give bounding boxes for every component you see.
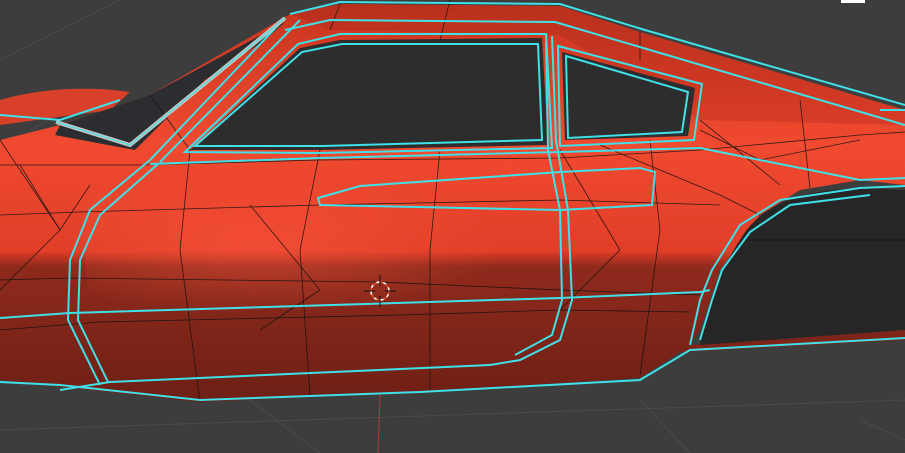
x-axis-line <box>377 394 381 453</box>
3d-viewport[interactable] <box>0 0 905 453</box>
viewport-scene[interactable] <box>0 0 905 453</box>
header-edge-marker <box>841 0 865 3</box>
body-highlight <box>80 170 580 315</box>
